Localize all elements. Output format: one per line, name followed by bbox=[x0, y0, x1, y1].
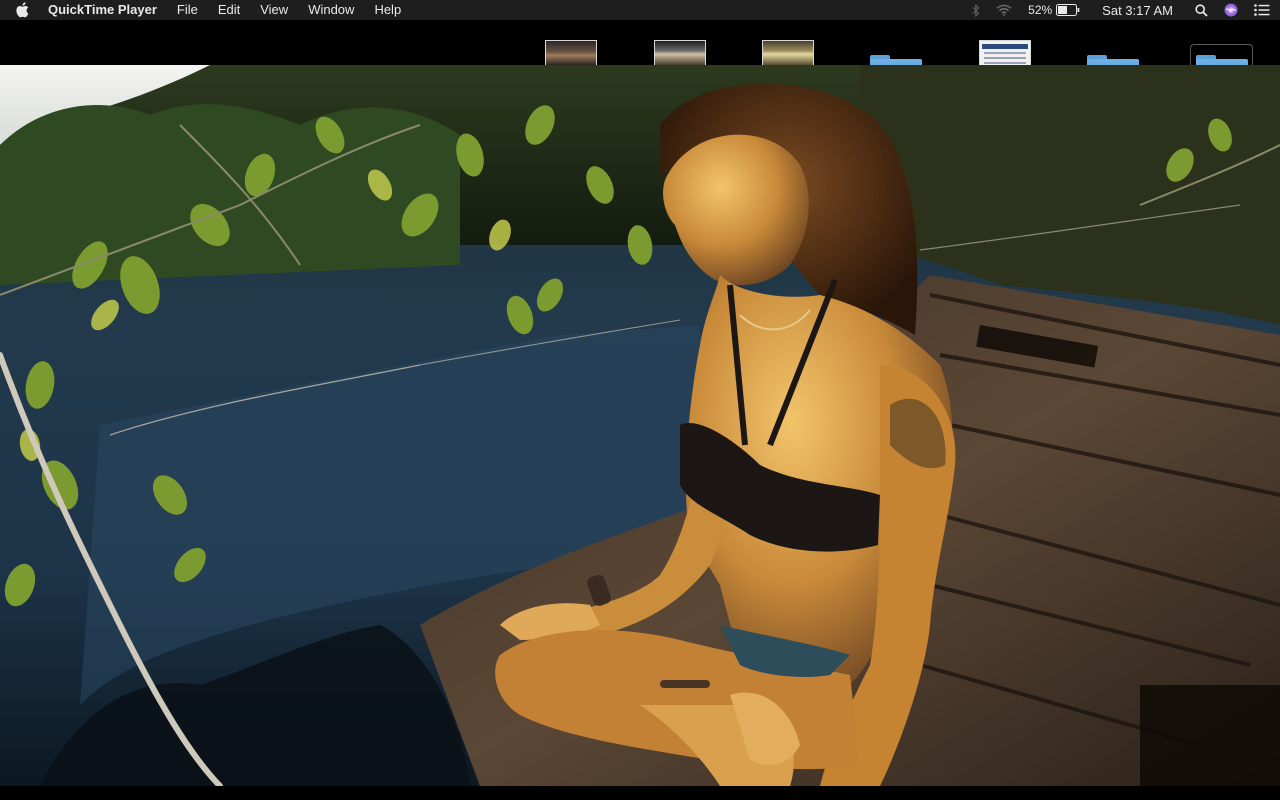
video-thumbnail-1[interactable] bbox=[545, 40, 597, 65]
menu-help[interactable]: Help bbox=[364, 0, 411, 20]
menu-bar-status: 52% Sat 3:17 AM bbox=[964, 0, 1280, 20]
video-frame-image bbox=[0, 65, 1280, 786]
menu-edit[interactable]: Edit bbox=[208, 0, 250, 20]
battery-percent[interactable]: 52% bbox=[1020, 0, 1056, 20]
menu-bar-clock[interactable]: Sat 3:17 AM bbox=[1088, 3, 1187, 18]
window-thumbnail-strip bbox=[0, 20, 1280, 85]
search-icon[interactable] bbox=[1187, 0, 1216, 20]
apple-icon[interactable] bbox=[0, 0, 44, 20]
notification-center-icon[interactable] bbox=[1246, 0, 1280, 20]
bottom-letterbox bbox=[0, 786, 1280, 800]
wifi-icon[interactable] bbox=[988, 0, 1020, 20]
menu-window[interactable]: Window bbox=[298, 0, 364, 20]
battery-icon[interactable] bbox=[1056, 0, 1088, 20]
menu-view[interactable]: View bbox=[250, 0, 298, 20]
menu-file[interactable]: File bbox=[167, 0, 208, 20]
menu-bar: QuickTime Player File Edit View Window H… bbox=[0, 0, 1280, 20]
bluetooth-icon[interactable] bbox=[964, 0, 988, 20]
video-player-frame[interactable] bbox=[0, 65, 1280, 786]
app-menu[interactable]: QuickTime Player bbox=[44, 0, 167, 20]
menu-bar-left: QuickTime Player File Edit View Window H… bbox=[0, 0, 411, 20]
window-thumbnail[interactable] bbox=[979, 40, 1031, 65]
video-thumbnail-3[interactable] bbox=[762, 40, 814, 65]
video-thumbnail-2[interactable] bbox=[654, 40, 706, 65]
siri-icon[interactable] bbox=[1216, 0, 1246, 20]
